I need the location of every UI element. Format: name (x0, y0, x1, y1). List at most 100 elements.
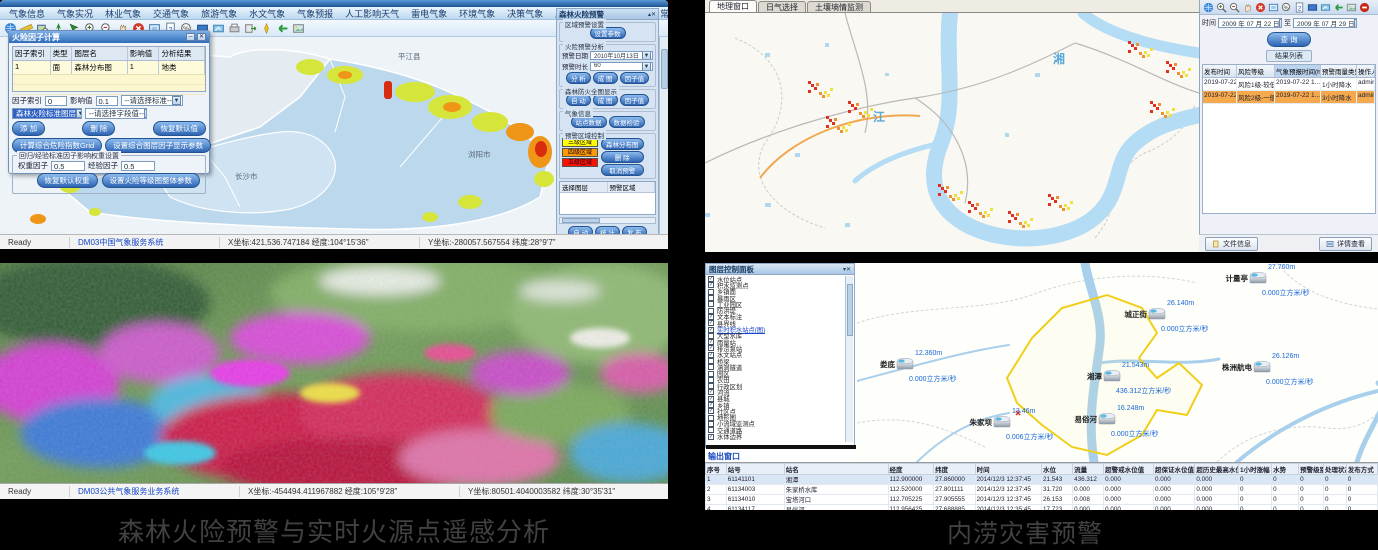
analysis-button[interactable]: 成 图 (593, 72, 618, 84)
map-edit-icon[interactable] (212, 22, 225, 35)
layer-checkbox[interactable] (708, 345, 714, 351)
zone-button[interactable]: 删 除 (601, 151, 644, 163)
image-frame-icon[interactable] (1346, 2, 1357, 13)
layer-checkbox[interactable] (708, 295, 714, 301)
standard-select[interactable]: --请选择标准--▼ (121, 95, 183, 106)
layer-checkbox[interactable] (708, 339, 714, 345)
reset-weight-button[interactable]: 恢复默认权重 (37, 173, 98, 188)
station-row[interactable]: 261134003朱家桥水库112.52000027.8011112014/12… (706, 485, 1378, 495)
station-map[interactable]: 计量亭27.760m0.000立方米/秒城正街26.140m0.000立方米/秒… (857, 263, 1378, 462)
zone-button[interactable]: 森林分布图 (601, 138, 644, 150)
close-red-icon[interactable] (1255, 2, 1266, 13)
layer-select[interactable]: 森林火险标准图层▼ (12, 108, 82, 119)
warning-date-select[interactable]: 2010年10月13日▼ (590, 51, 653, 60)
list-horizontal-scrollbar[interactable] (559, 217, 656, 224)
fullmap-button[interactable]: 因子值 (620, 94, 650, 106)
menu-item[interactable]: 气象信息 (4, 7, 50, 20)
layer-checkbox[interactable] (708, 276, 714, 282)
layer-checkbox[interactable] (708, 408, 714, 414)
experience-factor-input[interactable]: 0.5 (121, 161, 155, 171)
layer-checkbox[interactable] (708, 415, 714, 421)
menu-item[interactable]: 气象预报 (292, 7, 338, 20)
file-info-button[interactable]: 文件信息 (1205, 237, 1258, 251)
layer-checkbox[interactable] (708, 308, 714, 314)
station-row[interactable]: 161141101湘潭112.90000027.8600002014/12/3 … (706, 475, 1378, 485)
menu-item[interactable]: 雷电气象 (406, 7, 452, 20)
arrow-back-icon[interactable] (276, 22, 289, 35)
station-table[interactable]: 序号站号站名经度纬度时间水位流量超警戒水位值超保证水位值超历史最高水位1小时涨幅… (705, 463, 1378, 510)
stop-red-icon[interactable] (1359, 2, 1370, 13)
station-row[interactable]: 461134117易俗河112.95642527.6888852014/12/3… (706, 505, 1378, 511)
arrow-back-icon[interactable] (1333, 2, 1344, 13)
layer-checkbox[interactable] (708, 371, 714, 377)
pin-yellow-icon[interactable] (260, 22, 273, 35)
menu-item[interactable]: 气象实况 (52, 7, 98, 20)
station-table-panel[interactable]: 序号站号站名经度纬度时间水位流量超警戒水位值超保证水位值超历史最高水位1小时涨幅… (705, 462, 1378, 510)
map-vertical-scrollbar[interactable] (659, 37, 668, 234)
factor-index-input[interactable]: 0 (45, 96, 67, 106)
chevron-down-icon[interactable]: ▼ (144, 109, 147, 118)
layer-checkbox[interactable] (708, 333, 714, 339)
layer-checkbox[interactable] (708, 402, 714, 408)
layer-checkbox[interactable] (708, 327, 714, 333)
satellite-fire-image[interactable] (0, 263, 668, 483)
reset-default-button[interactable]: 恢复默认值 (153, 121, 207, 136)
factor-table[interactable]: 因子索引类型图层名影响值分析结果 1面森林分布图1地类 (12, 46, 206, 92)
result-row[interactable]: 2019-07-22 1...风险2级-一般2019-07-22 1...3小时… (1203, 91, 1375, 104)
map-blue-icon[interactable] (1307, 2, 1318, 13)
zoom-out-icon[interactable] (1229, 2, 1240, 13)
duration-select[interactable]: 60▼ (590, 62, 653, 71)
system-name-link[interactable]: DM03中国气象服务系统 (70, 237, 220, 248)
layer-scrollbar[interactable] (845, 276, 853, 442)
layer-checkbox[interactable] (708, 427, 714, 433)
station-row[interactable]: 361134010宝塔河口112.70522527.9055552014/12/… (706, 495, 1378, 505)
zoom-in-icon[interactable] (1216, 2, 1227, 13)
layer-checkbox[interactable] (708, 282, 714, 288)
weight-factor-input[interactable]: 0.5 (51, 161, 85, 171)
map-tab[interactable]: 土壤墒情监测 (807, 1, 871, 12)
set-level-map-button[interactable]: 设置火险等级图整体参数 (102, 173, 201, 188)
export-icon[interactable] (244, 22, 257, 35)
warning-result-table[interactable]: 发布时间风险等级气象预报时间(h)预警雨量类型操作人 2019-07-22 1.… (1202, 64, 1376, 214)
menu-item[interactable]: 人工影响天气 (340, 7, 404, 20)
analysis-button[interactable]: 分 析 (566, 72, 591, 84)
layer-checkbox[interactable] (708, 396, 714, 402)
menu-item[interactable]: 决策气象 (502, 7, 548, 20)
warning-area-list[interactable]: 选择图层预警区域 (559, 181, 656, 215)
menu-item[interactable]: 水文气象 (244, 7, 290, 20)
detail-view-button[interactable]: 详情查看 (1319, 237, 1372, 251)
chevron-down-icon[interactable]: ▼ (172, 96, 181, 105)
zoom-percent-icon[interactable]: % (1281, 2, 1292, 13)
layer-checkbox[interactable] (708, 383, 714, 389)
close-icon[interactable]: ✕ (651, 11, 656, 18)
layer-checkbox[interactable] (708, 364, 714, 370)
menu-item[interactable]: 旅游气象 (196, 7, 242, 20)
query-button[interactable]: 查 询 (1267, 32, 1310, 47)
layer-checkbox[interactable] (708, 352, 714, 358)
layer-checkbox[interactable] (708, 377, 714, 383)
weight-input[interactable]: 0.1 (96, 96, 118, 106)
print-icon[interactable] (228, 22, 241, 35)
layer-item[interactable]: 水体边界 (708, 433, 852, 439)
doc-2-icon[interactable]: 2 (1294, 2, 1305, 13)
layer-panel-titlebar[interactable]: 图层控制面板 ▾ ✕ (706, 264, 854, 275)
layer-checkbox[interactable] (708, 301, 714, 307)
map-tab[interactable]: 日气选择 (758, 1, 806, 12)
layer-checkbox[interactable] (708, 389, 714, 395)
full-extent-icon[interactable] (1268, 2, 1279, 13)
map-tab[interactable]: 地理窗口 (709, 0, 757, 12)
analysis-button[interactable]: 因子值 (620, 72, 650, 84)
chevron-down-icon[interactable]: ▼ (76, 109, 82, 118)
globe-icon[interactable] (1203, 2, 1214, 13)
close-icon[interactable]: ✕ (846, 266, 851, 273)
factor-table-row[interactable]: 1面森林分布图1地类 (13, 61, 205, 75)
result-row[interactable]: 2019-07-22 1...风险1级-较低2019-07-22 1...1小时… (1203, 78, 1375, 91)
add-button[interactable]: 添 加 (12, 121, 45, 136)
system-name-link[interactable]: DM03公共气象服务业务系统 (70, 486, 240, 497)
date-to-select[interactable]: 2009 年 07 月 29 日▼ (1293, 18, 1357, 28)
dialog-titlebar[interactable]: 火险因子计算 ─ ✕ (9, 31, 209, 43)
flood-risk-map[interactable]: 湘江 (705, 13, 1199, 252)
map-edit-icon[interactable] (1320, 2, 1331, 13)
minimize-icon[interactable]: ─ (186, 33, 195, 41)
delete-button[interactable]: 删 除 (82, 121, 115, 136)
